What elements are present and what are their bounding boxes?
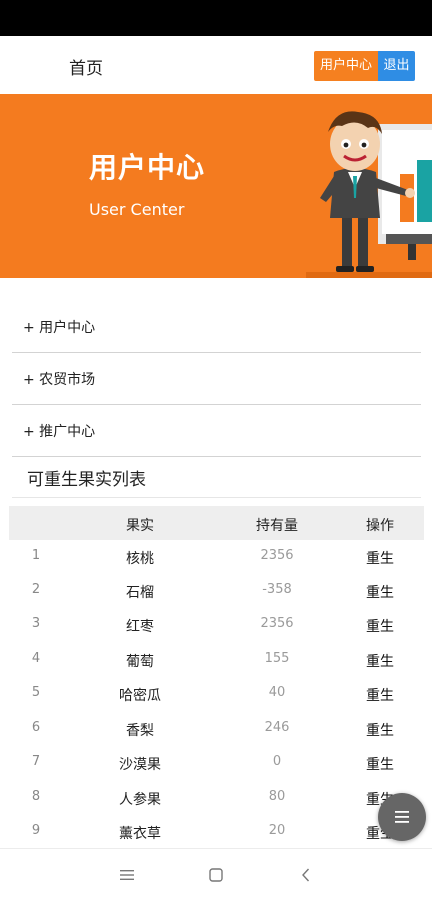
row-index: 1 [31, 548, 41, 563]
table-header: 果实 持有量 操作 [9, 506, 424, 540]
menu-item-farm-market[interactable]: + 农贸市场 [12, 353, 421, 405]
row-quantity: 246 [264, 720, 290, 735]
row-index: 9 [31, 823, 41, 838]
rebirth-button[interactable]: 重生 [366, 548, 394, 568]
banner-title: 用户中心 [89, 151, 206, 184]
row-quantity: 40 [268, 685, 286, 700]
row-index: 5 [31, 685, 41, 700]
row-index: 4 [31, 651, 41, 666]
rebirth-button[interactable]: 重生 [366, 754, 394, 774]
row-quantity: 2356 [260, 548, 294, 563]
row-index: 6 [31, 720, 41, 735]
menu-icon[interactable] [118, 866, 136, 884]
row-fruit: 核桃 [126, 551, 154, 567]
row-index: 7 [31, 754, 41, 769]
row-fruit: 薰衣草 [119, 826, 161, 842]
row-fruit: 香梨 [126, 723, 154, 739]
row-quantity: 80 [268, 789, 286, 804]
banner-subtitle: User Center [89, 200, 185, 219]
row-quantity: 20 [268, 823, 286, 838]
table-row: 5 哈密瓜 40 重生 [9, 677, 424, 711]
menu-item-label: + 农贸市场 [23, 372, 96, 388]
user-center-banner: 用户中心 User Center [0, 94, 432, 278]
user-center-button[interactable]: 用户中心 [314, 51, 378, 81]
system-navigation-bar [0, 848, 432, 901]
fruit-list-title: 可重生果实列表 [27, 470, 146, 490]
row-index: 3 [31, 616, 41, 631]
divider [12, 497, 421, 498]
table-row: 6 香梨 246 重生 [9, 712, 424, 746]
row-index: 2 [31, 582, 41, 597]
menu-icon [395, 811, 409, 823]
row-fruit: 石榴 [126, 585, 154, 601]
rebirth-button[interactable]: 重生 [366, 685, 394, 705]
rebirth-button[interactable]: 重生 [366, 582, 394, 602]
row-quantity: 2356 [260, 616, 294, 631]
table-row: 7 沙漠果 0 重生 [9, 746, 424, 780]
row-fruit: 人参果 [119, 792, 161, 808]
logout-button[interactable]: 退出 [378, 51, 415, 81]
row-quantity: -358 [262, 582, 292, 597]
table-row: 8 人参果 80 重生 [9, 781, 424, 815]
table-row: 3 红枣 2356 重生 [9, 608, 424, 642]
home-link[interactable]: 首页 [69, 54, 103, 79]
row-fruit: 红枣 [126, 619, 154, 635]
rebirth-button[interactable]: 重生 [366, 651, 394, 671]
header-action: 操作 [366, 518, 394, 534]
home-square-icon[interactable] [207, 866, 225, 884]
row-fruit: 哈密瓜 [119, 688, 161, 704]
table-row: 9 薰衣草 20 重生 [9, 815, 424, 849]
row-quantity: 0 [272, 754, 282, 769]
header-fruit: 果实 [126, 518, 154, 534]
rebirth-button[interactable]: 重生 [366, 720, 394, 740]
row-index: 8 [31, 789, 41, 804]
businessman-illustration [306, 111, 432, 278]
row-fruit: 沙漠果 [119, 757, 161, 773]
menu-item-label: + 推广中心 [23, 424, 96, 440]
header-quantity: 持有量 [256, 518, 298, 534]
row-quantity: 155 [264, 651, 290, 666]
menu-item-user-center[interactable]: + 用户中心 [12, 301, 421, 353]
status-bar [0, 0, 432, 36]
table-row: 1 核桃 2356 重生 [9, 540, 424, 574]
back-chevron-icon[interactable] [297, 866, 315, 884]
menu-item-promotion-center[interactable]: + 推广中心 [12, 405, 421, 457]
table-row: 4 葡萄 155 重生 [9, 643, 424, 677]
floating-menu-button[interactable] [378, 793, 426, 841]
table-row: 2 石榴 -358 重生 [9, 574, 424, 608]
row-fruit: 葡萄 [126, 654, 154, 670]
menu-item-label: + 用户中心 [23, 320, 96, 336]
rebirth-button[interactable]: 重生 [366, 616, 394, 636]
